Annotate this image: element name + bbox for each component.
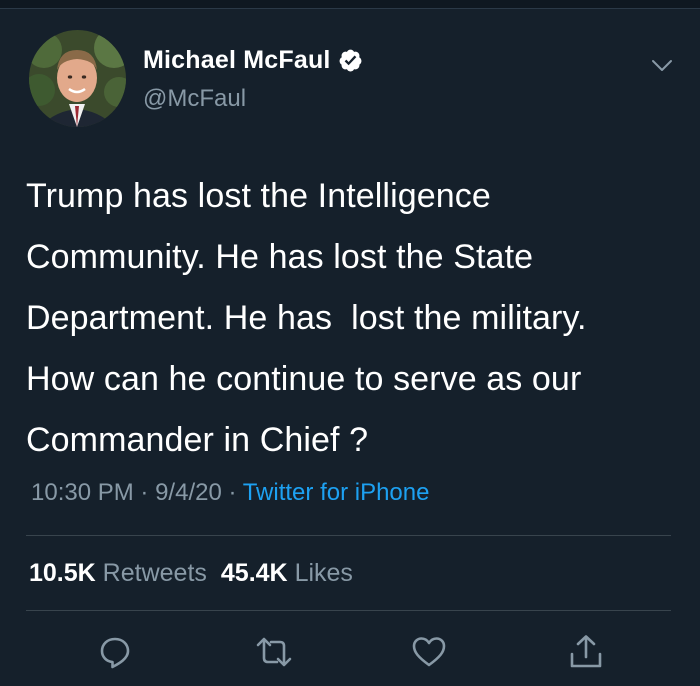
retweet-button[interactable]: [254, 632, 294, 672]
share-button[interactable]: [566, 632, 606, 672]
tweet-time[interactable]: 10:30 PM: [31, 479, 134, 506]
retweet-count: 10.5K: [29, 559, 96, 587]
likes-stat[interactable]: 45.4K Likes: [221, 559, 353, 587]
tweet-text: Trump has lost the Intelligence Community…: [26, 166, 676, 471]
share-icon: [570, 635, 602, 668]
reply-button[interactable]: [95, 632, 135, 672]
divider: [26, 610, 671, 611]
like-button[interactable]: [409, 632, 449, 672]
tweet-header: Michael McFaul @McFaul: [29, 30, 679, 130]
tweet-text-line: Department. He has lost the military.: [26, 299, 587, 337]
author-handle[interactable]: @McFaul: [143, 85, 246, 113]
verified-badge-icon: [338, 48, 363, 73]
likes-label: Likes: [294, 559, 353, 587]
avatar[interactable]: [29, 30, 126, 127]
tweet-text-line: How can he continue to serve as our: [26, 360, 582, 398]
reply-icon: [100, 637, 130, 669]
meta-separator: ·: [228, 479, 237, 506]
meta-separator: ·: [140, 479, 149, 506]
divider: [26, 535, 671, 536]
tweet-metadata: 10:30 PM · 9/4/20 · Twitter for iPhone: [31, 479, 429, 507]
tweet-date[interactable]: 9/4/20: [155, 479, 222, 506]
engagement-stats: 10.5K Retweets 45.4K Likes: [29, 559, 353, 588]
tweet-source-link[interactable]: Twitter for iPhone: [243, 479, 430, 506]
retweets-stat[interactable]: 10.5K Retweets: [29, 559, 207, 587]
retweets-label: Retweets: [102, 559, 207, 587]
top-edge-bar: [0, 0, 700, 9]
chevron-down-icon[interactable]: [649, 52, 675, 78]
author-name-row[interactable]: Michael McFaul: [143, 46, 363, 75]
author-display-name[interactable]: Michael McFaul: [143, 46, 331, 75]
avatar-photo: [29, 30, 126, 127]
like-icon: [412, 637, 446, 667]
tweet-text-line: Commander in Chief ?: [26, 421, 369, 459]
retweet-icon: [256, 637, 292, 667]
tweet-text-line: Trump has lost the Intelligence: [26, 177, 491, 215]
like-count: 45.4K: [220, 559, 288, 587]
tweet-text-line: Community. He has lost the State: [26, 238, 534, 276]
